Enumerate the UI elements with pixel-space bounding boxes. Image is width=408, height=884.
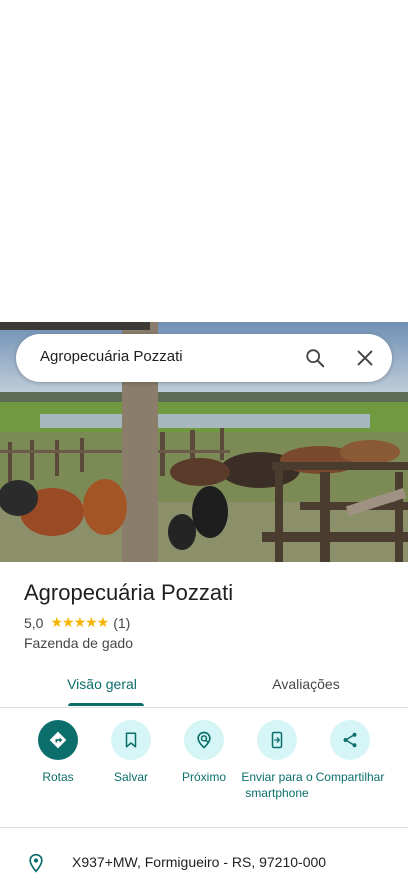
nearby-button[interactable]: Próximo — [164, 720, 244, 785]
section-divider — [0, 827, 408, 828]
send-to-phone-label: Enviar para o smartphone — [241, 770, 313, 800]
review-count[interactable]: (1) — [113, 615, 130, 631]
location-pin-icon — [26, 852, 46, 874]
share-button[interactable]: Compartilhar — [310, 720, 390, 785]
directions-button[interactable]: Rotas — [18, 720, 98, 785]
nearby-circle — [184, 720, 224, 760]
send-to-phone-icon — [271, 731, 283, 749]
save-button[interactable]: Salvar — [91, 720, 171, 785]
nearby-label: Próximo — [181, 770, 226, 784]
address-text: X937+MW, Formigueiro - RS, 97210-000 — [72, 854, 327, 870]
share-circle — [330, 720, 370, 760]
search-bar[interactable]: Agropecuária Pozzati — [16, 334, 392, 382]
tab-reviews[interactable]: Avaliações — [204, 676, 408, 692]
active-tab-indicator — [68, 703, 144, 706]
rating-value: 5,0 — [24, 614, 44, 631]
action-bar: Rotas Salvar Próximo Enviar para o smart… — [0, 720, 408, 820]
send-to-phone-circle — [257, 720, 297, 760]
close-icon[interactable] — [354, 347, 376, 369]
send-to-phone-button[interactable]: Enviar para o smartphone — [237, 720, 317, 801]
rating-row[interactable]: 5,0 ★★★★★ (1) — [24, 614, 130, 631]
tab-overview[interactable]: Visão geral — [0, 676, 204, 692]
share-icon — [343, 732, 357, 748]
address-row[interactable]: X937+MW, Formigueiro - RS, 97210-000 — [0, 848, 408, 878]
bookmark-icon — [125, 732, 137, 748]
directions-icon — [49, 731, 67, 749]
search-query[interactable]: Agropecuária Pozzati — [40, 348, 183, 365]
search-icon[interactable] — [304, 347, 326, 369]
share-label: Compartilhar — [315, 770, 385, 784]
nearby-icon — [197, 731, 211, 749]
directions-label: Rotas — [42, 770, 74, 784]
star-rating-icon: ★★★★★ — [50, 614, 109, 630]
place-category[interactable]: Fazenda de gado — [24, 635, 133, 651]
map-area-blank — [0, 0, 408, 322]
save-label: Salvar — [113, 770, 148, 784]
save-circle — [111, 720, 151, 760]
tab-bar: Visão geral Avaliações — [0, 668, 408, 708]
place-title: Agropecuária Pozzati — [24, 580, 234, 605]
directions-circle — [38, 720, 78, 760]
